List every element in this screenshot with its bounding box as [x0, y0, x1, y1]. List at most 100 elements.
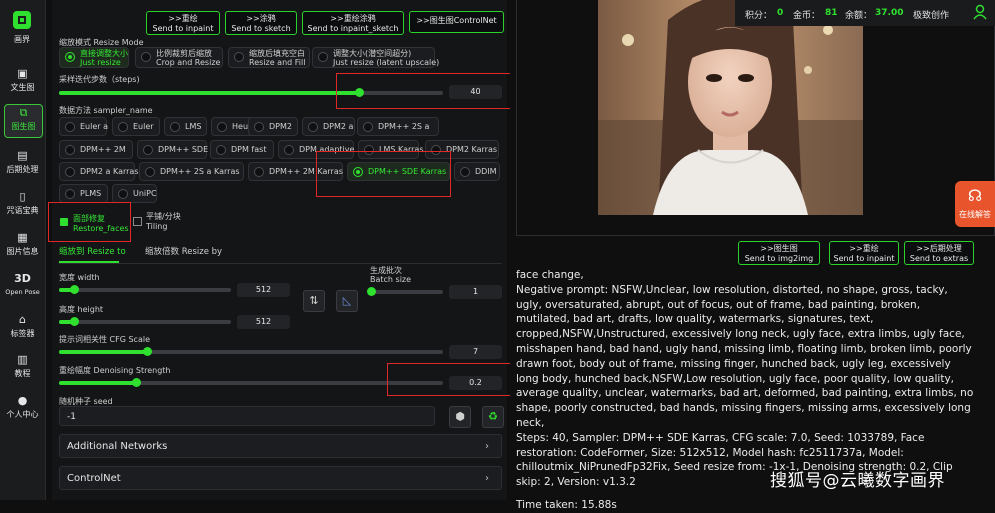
send-to-sketch-button[interactable]: >>涂鸦 Send to sketch	[225, 11, 297, 35]
user-icon: ●	[17, 394, 28, 407]
phone-icon: ▯	[19, 190, 26, 203]
batch-size-input[interactable]: 1	[449, 285, 502, 299]
nav-extras[interactable]: ▤ 后期处理	[4, 148, 41, 180]
sampler-option-dpm2[interactable]: DPM2	[248, 117, 298, 136]
nav-png-info[interactable]: ▦ 图片信息	[4, 230, 41, 262]
label-cn: 生成批次	[370, 266, 402, 275]
button-label: Send to extras	[909, 254, 969, 263]
radio-dot	[65, 122, 75, 132]
balance-label: 余额：	[845, 11, 873, 21]
radio-dot	[308, 122, 318, 132]
tiling-checkbox[interactable]: 平铺/分块 Tiling	[133, 212, 193, 232]
denoise-slider[interactable]	[59, 378, 443, 387]
label-cn: 平铺/分块	[146, 212, 181, 221]
radio-label: DPM2 a	[323, 122, 354, 131]
width-slider[interactable]	[59, 285, 231, 294]
button-label: >>图生图ControlNet	[416, 16, 497, 25]
radio-label-en: Resize and Fill	[249, 58, 306, 67]
sampler-option-unipc[interactable]: UniPC	[112, 184, 157, 203]
height-slider[interactable]	[59, 317, 231, 326]
nav-openpose[interactable]: 3D Open Pose	[4, 271, 41, 303]
nav-prompt-book[interactable]: ▯ 咒语宝典	[4, 189, 41, 221]
sampler-option-plms[interactable]: PLMS	[59, 184, 108, 203]
radio-dot	[118, 122, 128, 132]
sampler-option-dpm-2s-a[interactable]: DPM++ 2S a	[357, 117, 439, 136]
sampler-option-dpm-2s-a-karras[interactable]: DPM++ 2S a Karras	[139, 162, 244, 181]
controlnet-accordion[interactable]: ControlNet ›	[59, 466, 502, 490]
watermark-text: 搜狐号@云曦数字画界	[770, 471, 945, 491]
resize-mode-resize-and-fill[interactable]: 缩放后填充空白 Resize and Fill	[228, 47, 310, 68]
radio-dot	[363, 122, 373, 132]
send-to-inpaint-button[interactable]: >>重绘 Send to inpaint	[146, 11, 220, 35]
radio-dot	[65, 52, 75, 62]
radio-dot	[65, 145, 75, 155]
send-to-extras-button[interactable]: >>后期处理 Send to extras	[904, 241, 974, 265]
sampler-option-euler-a[interactable]: Euler a	[59, 117, 108, 136]
nav-img2img[interactable]: ⧉ 图生图	[4, 104, 43, 138]
label-en: Tiling	[146, 222, 168, 231]
cfg-input[interactable]: 7	[449, 345, 502, 359]
cfg-slider[interactable]	[59, 347, 443, 356]
logo[interactable]: 画界	[9, 10, 35, 50]
sampler-option-dpm2-a[interactable]: DPM2 a	[302, 117, 355, 136]
reuse-seed-button[interactable]: ♻	[482, 406, 504, 428]
additional-networks-accordion[interactable]: Additional Networks ›	[59, 434, 502, 458]
swap-dimensions-button[interactable]: ⇅	[303, 290, 325, 312]
radio-dot	[170, 122, 180, 132]
nav-label: Open Pose	[5, 288, 40, 296]
send-to-img2img-button[interactable]: >>图生图 Send to img2img	[738, 241, 820, 265]
sampler-option-dpm-fast[interactable]: DPM fast	[210, 140, 274, 159]
generated-image[interactable]	[598, 0, 863, 215]
checkbox-label: 平铺/分块 Tiling	[146, 212, 181, 232]
batch-size-slider[interactable]	[367, 287, 443, 296]
radio-label: DDIM	[475, 167, 497, 176]
checkbox-empty-icon	[133, 217, 142, 226]
online-help-button[interactable]: ☊ 在线解答	[955, 181, 995, 227]
resize-mode-crop-and-resize[interactable]: 比例裁剪后缩放 Crop and Resize	[135, 47, 223, 68]
send-to-inpaint-sketch-button[interactable]: >>重绘涂鸦 Send to inpaint_sketch	[302, 11, 404, 35]
nav-label: 图生图	[11, 122, 36, 131]
mode-label[interactable]: 极致创作	[913, 8, 949, 21]
points-label: 积分：	[745, 11, 773, 21]
height-input[interactable]: 512	[237, 315, 290, 329]
radio-dot	[460, 167, 470, 177]
highlight-box-steps	[336, 73, 522, 109]
sampler-option-lms[interactable]: LMS	[164, 117, 207, 136]
left-nav: 画界 ▣ 文生图 ⧉ 图生图 ▤ 后期处理 ▯ 咒语宝典 ▦ 图片信息 3D Open Po…	[0, 0, 46, 500]
nav-label: 文生图	[10, 83, 35, 92]
slider-fill	[59, 350, 148, 354]
headset-icon: ☊	[967, 186, 983, 205]
radio-label: DPM++ SDE	[158, 145, 209, 154]
slider-knob[interactable]	[131, 378, 141, 387]
nav-profile[interactable]: ● 个人中心	[4, 393, 41, 425]
user-icon[interactable]	[973, 4, 987, 20]
sampler-option-dpm-sde[interactable]: DPM++ SDE	[137, 140, 209, 159]
aspect-ratio-button[interactable]: ◺	[336, 290, 358, 312]
nav-txt2img[interactable]: ▣ 文生图	[4, 66, 41, 98]
width-input[interactable]: 512	[237, 283, 290, 297]
resize-mode-just-resize[interactable]: 直接调整大小 Just resize	[59, 47, 129, 68]
tab-resize-to[interactable]: 缩放到 Resize to	[59, 245, 126, 257]
nav-label: 咒语宝典	[6, 206, 39, 215]
sampler-option-dpm-2m[interactable]: DPM++ 2M	[59, 140, 133, 159]
radio-dot	[141, 52, 151, 62]
output-send-to-inpaint-button[interactable]: >>重绘 Send to inpaint	[829, 241, 899, 265]
tab-resize-by[interactable]: 缩放倍数 Resize by	[145, 245, 222, 257]
slider-fill	[59, 91, 359, 95]
img2img-controlnet-button[interactable]: >>图生图ControlNet	[409, 11, 504, 33]
batch-size-label: 生成批次 Batch size	[370, 266, 411, 284]
resize-mode-latent-upscale[interactable]: 调整大小(潜空间超分) Just resize (latent upscale)	[312, 47, 439, 68]
sampler-option-euler[interactable]: Euler	[112, 117, 160, 136]
radio-label: DPM fast	[231, 145, 267, 154]
sampler-option-ddim[interactable]: DDIM	[454, 162, 500, 181]
sampler-label: 数据方法 sampler_name	[59, 106, 153, 115]
nav-tutorial[interactable]: ▥ 教程	[4, 352, 41, 384]
random-seed-button[interactable]: ⬢	[449, 406, 471, 428]
radio-label-cn: 直接调整大小	[80, 49, 128, 58]
help-label: 在线解答	[959, 210, 991, 219]
radio-label: UniPC	[133, 189, 157, 198]
seed-input[interactable]: -1	[59, 406, 435, 426]
ratio-triangle-icon: ◺	[342, 294, 352, 307]
nav-tagger[interactable]: ⌂ 标签器	[4, 312, 41, 344]
sampler-option-dpm2-a-karras[interactable]: DPM2 a Karras	[59, 162, 138, 181]
